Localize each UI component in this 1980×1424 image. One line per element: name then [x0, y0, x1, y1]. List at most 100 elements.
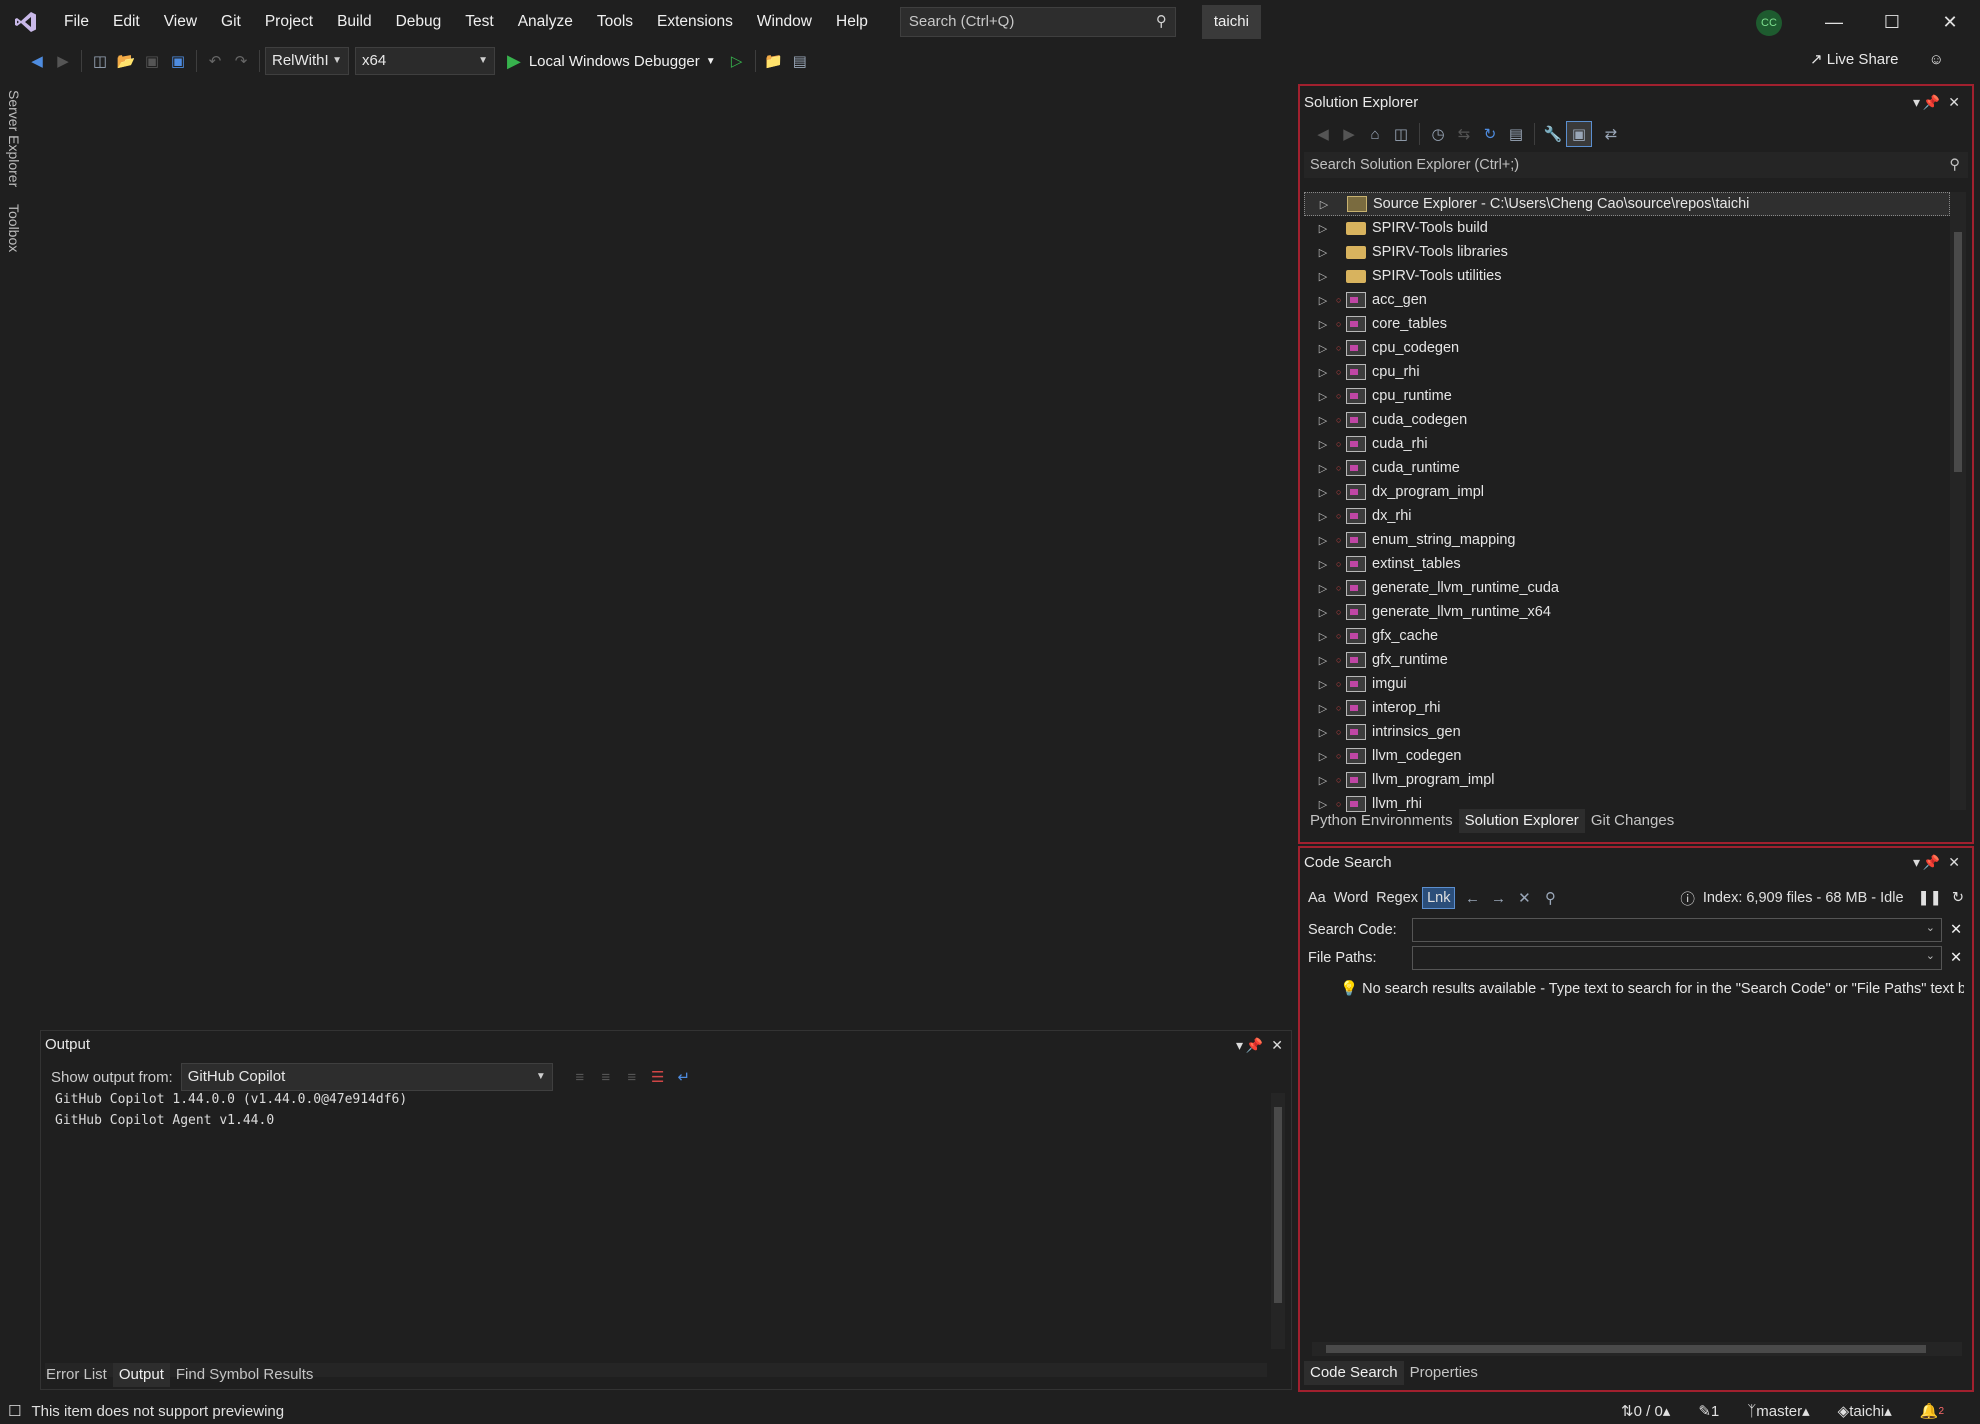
tree-item[interactable]: ▷ ○ dx_rhi: [1304, 504, 1950, 528]
menu-git[interactable]: Git: [209, 0, 253, 44]
visual-studio-logo-icon[interactable]: [0, 0, 52, 44]
server-explorer-tab[interactable]: Server Explorer: [6, 90, 22, 187]
close-icon[interactable]: ✕: [1948, 854, 1960, 871]
clear-search-code-icon[interactable]: ✕: [1950, 922, 1962, 938]
tree-item[interactable]: ▷ ○ llvm_program_impl: [1304, 768, 1950, 792]
expand-arrow-icon[interactable]: ▷: [1311, 198, 1337, 211]
new-project-icon[interactable]: ◫: [87, 48, 113, 74]
tree-item[interactable]: ▷ SPIRV-Tools build: [1304, 216, 1950, 240]
whole-word-toggle[interactable]: Word: [1330, 888, 1372, 908]
collapse-all-icon[interactable]: ▤: [1503, 121, 1529, 147]
save-icon[interactable]: ▣: [139, 48, 165, 74]
vertical-scrollbar[interactable]: [1950, 192, 1966, 810]
browse-folder-icon[interactable]: 📁: [761, 48, 787, 74]
tree-item[interactable]: ▷ ○ generate_llvm_runtime_cuda: [1304, 576, 1950, 600]
menu-tools[interactable]: Tools: [585, 0, 645, 44]
maximize-icon[interactable]: ☐: [1863, 0, 1921, 44]
menu-analyze[interactable]: Analyze: [506, 0, 585, 44]
tree-item[interactable]: ▷ ○ cuda_rhi: [1304, 432, 1950, 456]
expand-arrow-icon[interactable]: ▷: [1310, 486, 1336, 499]
forward-icon[interactable]: ▶: [1336, 121, 1362, 147]
close-icon[interactable]: ✕: [1271, 1031, 1283, 1059]
close-window-icon[interactable]: ✕: [1921, 0, 1979, 44]
find-message-icon[interactable]: ≡: [567, 1064, 593, 1090]
expand-arrow-icon[interactable]: ▷: [1310, 534, 1336, 547]
menu-help[interactable]: Help: [824, 0, 880, 44]
repository-selector[interactable]: ◈ taichi ▴: [1838, 1402, 1892, 1421]
expand-arrow-icon[interactable]: ▷: [1310, 246, 1336, 259]
tree-item[interactable]: ▷ SPIRV-Tools utilities: [1304, 264, 1950, 288]
expand-arrow-icon[interactable]: ▷: [1310, 294, 1336, 307]
expand-arrow-icon[interactable]: ▷: [1310, 750, 1336, 763]
open-file-icon[interactable]: 📂: [113, 48, 139, 74]
save-all-icon[interactable]: ▣: [165, 48, 191, 74]
notifications-button[interactable]: 🔔 2: [1920, 1402, 1944, 1420]
expand-arrow-icon[interactable]: ▷: [1310, 390, 1336, 403]
expand-arrow-icon[interactable]: ▷: [1310, 630, 1336, 643]
expand-arrow-icon[interactable]: ▷: [1310, 366, 1336, 379]
menu-edit[interactable]: Edit: [101, 0, 152, 44]
link-toggle[interactable]: Lnk: [1422, 887, 1456, 909]
clear-all-icon[interactable]: ☰: [645, 1064, 671, 1090]
tree-item[interactable]: ▷ ○ generate_llvm_runtime_x64: [1304, 600, 1950, 624]
tab-properties[interactable]: Properties: [1404, 1361, 1484, 1385]
pending-changes-filter-icon[interactable]: ◷: [1425, 121, 1451, 147]
tree-item[interactable]: ▷ ○ acc_gen: [1304, 288, 1950, 312]
dropdown-icon[interactable]: ▾: [1913, 94, 1920, 111]
toolbox-tab[interactable]: Toolbox: [6, 204, 22, 252]
properties-wrench-icon[interactable]: 🔧: [1540, 121, 1566, 147]
previous-result-icon[interactable]: ←: [1459, 885, 1485, 911]
branch-selector[interactable]: ᛉ master ▴: [1747, 1402, 1809, 1421]
search-code-input[interactable]: ⌄: [1412, 918, 1942, 942]
start-debugging-button[interactable]: ▶ Local Windows Debugger ▼: [507, 51, 716, 72]
menu-file[interactable]: File: [52, 0, 101, 44]
redo-icon[interactable]: ↷: [228, 48, 254, 74]
tree-item[interactable]: ▷ ○ cuda_runtime: [1304, 456, 1950, 480]
clear-file-paths-icon[interactable]: ✕: [1950, 950, 1962, 966]
tree-item[interactable]: ▷ ○ extinst_tables: [1304, 552, 1950, 576]
expand-arrow-icon[interactable]: ▷: [1310, 606, 1336, 619]
expand-arrow-icon[interactable]: ▷: [1310, 726, 1336, 739]
tree-item[interactable]: ▷ ○ imgui: [1304, 672, 1950, 696]
switch-views-icon[interactable]: ◫: [1388, 121, 1414, 147]
previous-message-icon[interactable]: ≡: [593, 1064, 619, 1090]
vertical-scrollbar[interactable]: [1271, 1093, 1285, 1349]
expand-arrow-icon[interactable]: ▷: [1310, 702, 1336, 715]
menu-test[interactable]: Test: [453, 0, 505, 44]
tree-item[interactable]: ▷ ○ interop_rhi: [1304, 696, 1950, 720]
expand-arrow-icon[interactable]: ▷: [1310, 582, 1336, 595]
sync-icon[interactable]: ⇄: [1598, 121, 1624, 147]
dropdown-icon[interactable]: ▾: [1236, 1031, 1243, 1059]
tree-item[interactable]: ▷ Source Explorer - C:\Users\Cheng Cao\so…: [1304, 192, 1950, 216]
sync-active-document-icon[interactable]: ⇆: [1451, 121, 1477, 147]
scrollbar-thumb[interactable]: [1326, 1345, 1926, 1353]
tree-item[interactable]: ▷ ○ intrinsics_gen: [1304, 720, 1950, 744]
home-icon[interactable]: ⌂: [1362, 121, 1388, 147]
regex-toggle[interactable]: Regex: [1372, 888, 1422, 908]
tab-git-changes[interactable]: Git Changes: [1585, 809, 1680, 833]
expand-arrow-icon[interactable]: ▷: [1310, 270, 1336, 283]
expand-arrow-icon[interactable]: ▷: [1310, 510, 1336, 523]
expand-arrow-icon[interactable]: ▷: [1310, 342, 1336, 355]
tree-item[interactable]: ▷ ○ core_tables: [1304, 312, 1950, 336]
live-share-button[interactable]: ↗ Live Share ☺: [1810, 50, 1944, 68]
output-text[interactable]: GitHub Copilot 1.44.0.0 (v1.44.0.0@47e91…: [55, 1089, 407, 1131]
tree-item[interactable]: ▷ ○ cpu_codegen: [1304, 336, 1950, 360]
account-avatar[interactable]: CC: [1756, 10, 1782, 36]
tab-output[interactable]: Output: [112, 1363, 170, 1387]
tab-find-symbol-results[interactable]: Find Symbol Results: [170, 1363, 320, 1387]
expand-arrow-icon[interactable]: ▷: [1310, 318, 1336, 331]
pin-icon[interactable]: 📌: [1246, 1031, 1263, 1059]
output-source-dropdown[interactable]: GitHub Copilot ▼: [180, 1063, 553, 1091]
tree-item[interactable]: ▷ SPIRV-Tools libraries: [1304, 240, 1950, 264]
git-changes-counter[interactable]: ⇅ 0 / 0 ▴: [1621, 1402, 1670, 1421]
solution-name-badge[interactable]: taichi: [1201, 5, 1261, 39]
expand-arrow-icon[interactable]: ▷: [1310, 462, 1336, 475]
back-icon[interactable]: ◀: [1310, 121, 1336, 147]
solution-explorer-search-input[interactable]: Search Solution Explorer (Ctrl+;) ⚲: [1304, 152, 1968, 178]
search-icon[interactable]: ⚲: [1537, 885, 1563, 911]
feedback-icon[interactable]: ☺: [1929, 51, 1944, 68]
menu-debug[interactable]: Debug: [384, 0, 454, 44]
menu-window[interactable]: Window: [745, 0, 824, 44]
tab-error-list[interactable]: Error List: [40, 1363, 113, 1387]
